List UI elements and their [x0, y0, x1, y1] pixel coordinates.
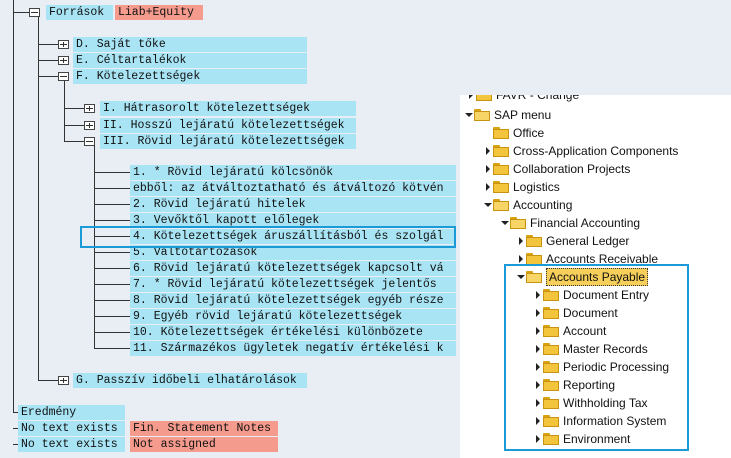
- folder-icon: [493, 163, 509, 175]
- tree-item[interactable]: 8. Rövid lejáratú kötelezettségek egyéb …: [130, 293, 456, 308]
- tree-node-g[interactable]: G. Passzív időbeli elhatárolások: [73, 373, 307, 388]
- tree-line: [94, 268, 130, 269]
- tree-item[interactable]: 9. Egyéb rövid lejáratú kötelezettségek: [130, 309, 456, 324]
- folder-icon: [476, 95, 492, 101]
- tree-node-forrasok[interactable]: Források: [46, 5, 113, 20]
- expand-toggle[interactable]: [84, 121, 95, 130]
- collapse-toggle[interactable]: [29, 8, 40, 17]
- tree-line: [38, 76, 58, 77]
- tree-node-d[interactable]: D. Saját tőke: [73, 37, 307, 52]
- tree-line: [38, 17, 39, 381]
- tree-line: [64, 108, 84, 109]
- tree-node-eredmeny[interactable]: Eredmény: [18, 405, 125, 420]
- sap-menu-panel: FAVR - Change SAP menu Office Cross-Appl…: [460, 95, 731, 458]
- tree-line: [94, 300, 130, 301]
- folder-icon: [493, 181, 509, 193]
- expand-toggle[interactable]: [58, 40, 69, 49]
- expand-arrow-icon[interactable]: [483, 178, 493, 196]
- tree-node-e[interactable]: E. Céltartalékok: [73, 53, 307, 68]
- expand-arrow-icon[interactable]: [516, 232, 526, 250]
- tree-line: [64, 141, 84, 142]
- tree-node-f[interactable]: F. Kötelezettségek: [73, 69, 307, 84]
- tree-line: [94, 172, 130, 173]
- collapse-arrow-icon[interactable]: [483, 196, 493, 214]
- tree-node-tag: Fin. Statement Notes: [130, 421, 278, 436]
- expand-toggle[interactable]: [58, 376, 69, 385]
- highlight-frame: [80, 226, 456, 248]
- tree-node-no-text[interactable]: No text exists: [18, 437, 125, 452]
- tree-node-f2[interactable]: II. Hosszú lejáratú kötelezettségek: [100, 118, 356, 133]
- tree-line: [64, 125, 84, 126]
- expand-arrow-icon[interactable]: [466, 95, 476, 104]
- tree-line: [38, 60, 58, 61]
- folder-open-icon: [474, 109, 490, 121]
- collapse-arrow-icon[interactable]: [464, 106, 474, 124]
- tree-item[interactable]: 2. Rövid lejáratú hitelek: [130, 197, 456, 212]
- tree-line: [94, 252, 130, 253]
- menu-row-sap-menu[interactable]: SAP menu: [464, 106, 551, 124]
- tree-line: [13, 12, 29, 13]
- menu-row-logistics[interactable]: Logistics: [483, 178, 560, 196]
- tree-item[interactable]: ebből: az átváltoztatható és átváltozó k…: [130, 181, 456, 196]
- tree-line: [94, 220, 130, 221]
- tree-line: [13, 0, 14, 413]
- menu-row-general-ledger[interactable]: General Ledger: [516, 232, 629, 250]
- tree-line: [94, 188, 130, 189]
- folder-icon: [526, 235, 542, 247]
- tree-item[interactable]: 7. * Rövid lejáratú kötelezettségek jele…: [130, 277, 456, 292]
- fs-version-tree: Források Liab+Equity D. Saját tőke E. Cé…: [0, 0, 731, 458]
- tree-line: [94, 332, 130, 333]
- folder-icon: [493, 145, 509, 157]
- folder-open-icon: [493, 199, 509, 211]
- expand-toggle[interactable]: [58, 56, 69, 65]
- tree-node-f3[interactable]: III. Rövid lejáratú kötelezettségek: [100, 134, 356, 149]
- tree-line: [94, 348, 130, 349]
- menu-row-financial-accounting[interactable]: Financial Accounting: [500, 214, 640, 232]
- menu-row-partial[interactable]: FAVR - Change: [466, 95, 579, 104]
- collapse-toggle[interactable]: [84, 137, 95, 146]
- menu-row-collaboration[interactable]: Collaboration Projects: [483, 160, 630, 178]
- highlight-frame: [504, 264, 689, 451]
- expand-toggle[interactable]: [84, 104, 95, 113]
- folder-open-icon: [510, 217, 526, 229]
- collapse-toggle[interactable]: [58, 72, 69, 81]
- tree-line: [38, 44, 58, 45]
- collapse-arrow-icon[interactable]: [500, 214, 510, 232]
- tree-node-f1[interactable]: I. Hátrasorolt kötelezettségek: [100, 101, 356, 116]
- tree-item[interactable]: 11. Származékos ügyletek negatív értékel…: [130, 341, 456, 356]
- tree-node-tag: Liab+Equity: [115, 5, 203, 20]
- tree-line: [64, 81, 65, 142]
- tree-line: [94, 284, 130, 285]
- tree-node-tag: Not assigned: [130, 437, 278, 452]
- folder-icon: [493, 127, 509, 139]
- tree-item[interactable]: 6. Rövid lejáratú kötelezettségek kapcso…: [130, 261, 456, 276]
- expand-arrow-icon[interactable]: [483, 142, 493, 160]
- menu-row-office[interactable]: Office: [483, 124, 544, 142]
- menu-row-accounting[interactable]: Accounting: [483, 196, 572, 214]
- expand-arrow-icon[interactable]: [483, 160, 493, 178]
- tree-line: [94, 316, 130, 317]
- tree-item[interactable]: 1. * Rövid lejáratú kölcsönök: [130, 165, 456, 180]
- tree-item[interactable]: 10. Kötelezettségek értékelési különböze…: [130, 325, 456, 340]
- menu-row-cross-application[interactable]: Cross-Application Components: [483, 142, 678, 160]
- tree-line: [38, 380, 58, 381]
- tree-node-no-text[interactable]: No text exists: [18, 421, 125, 436]
- tree-line: [94, 204, 130, 205]
